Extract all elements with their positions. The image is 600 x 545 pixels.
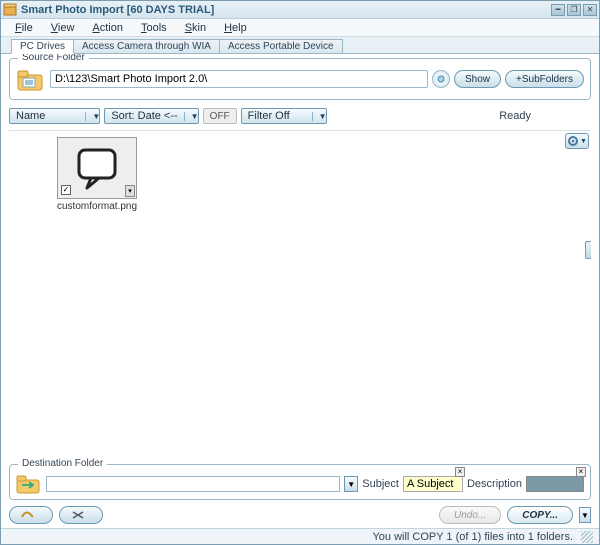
browse-source-button[interactable]	[432, 70, 450, 88]
menu-tools[interactable]: Tools	[133, 21, 175, 35]
menu-file[interactable]: File	[7, 21, 41, 35]
copy-menu-arrow[interactable]: ▼	[579, 507, 591, 523]
window-title: Smart Photo Import [60 DAYS TRIAL]	[21, 4, 551, 16]
menu-view[interactable]: View	[43, 21, 83, 35]
sort-combo-label: Sort: Date <--	[105, 110, 183, 122]
status-ready: Ready	[499, 110, 531, 122]
clear-subject-button[interactable]: ×	[455, 467, 465, 477]
app-window: Smart Photo Import [60 DAYS TRIAL] ━ ❐ ✕…	[0, 0, 600, 545]
menu-skin[interactable]: Skin	[177, 21, 214, 35]
close-button[interactable]: ✕	[583, 4, 597, 16]
thumbnail-filename: customformat.png	[57, 201, 137, 212]
tab-access-wia[interactable]: Access Camera through WIA	[73, 39, 220, 53]
wrench-icon	[20, 509, 36, 521]
destination-folder-group: Destination Folder ▼ Subject × Descripti…	[9, 464, 591, 500]
destination-folder-legend: Destination Folder	[18, 458, 107, 469]
sort-off-chip[interactable]: OFF	[203, 108, 237, 124]
description-input[interactable]	[526, 476, 584, 492]
gear-icon	[567, 135, 579, 147]
thumbnail-size-slider[interactable]	[585, 241, 591, 259]
menu-help[interactable]: Help	[216, 21, 255, 35]
chevron-down-icon: ▼	[312, 112, 326, 121]
name-combo-label: Name	[10, 110, 51, 122]
filter-combo[interactable]: Filter Off ▼	[241, 108, 327, 124]
window-buttons: ━ ❐ ✕	[551, 4, 597, 16]
subfolders-button[interactable]: +SubFolders	[505, 70, 584, 88]
maximize-button[interactable]: ❐	[567, 4, 581, 16]
minimize-button[interactable]: ━	[551, 4, 565, 16]
app-icon	[3, 3, 17, 17]
thumbnail-item[interactable]: ✓ ▾ customformat.png	[57, 137, 137, 212]
thumbnail-image-icon	[73, 146, 121, 190]
clear-description-button[interactable]: ×	[576, 467, 586, 477]
destination-path-input[interactable]	[46, 476, 340, 492]
subject-label: Subject	[362, 478, 399, 490]
name-combo[interactable]: Name ▼	[9, 108, 100, 124]
destination-folder-icon	[16, 473, 42, 495]
show-button[interactable]: Show	[454, 70, 501, 88]
bottom-toolbar: Undo... COPY... ▼	[9, 504, 591, 526]
thumbnail-menu-arrow[interactable]: ▾	[125, 185, 135, 197]
tab-bar: PC Drives Access Camera through WIA Acce…	[1, 37, 599, 54]
tab-pc-drives[interactable]: PC Drives	[11, 39, 74, 54]
tab-access-portable[interactable]: Access Portable Device	[219, 39, 343, 53]
undo-button[interactable]: Undo...	[439, 506, 501, 524]
filter-combo-label: Filter Off	[242, 110, 296, 122]
copy-button[interactable]: COPY...	[507, 506, 573, 524]
menu-action[interactable]: Action	[84, 21, 131, 35]
source-folder-icon	[16, 65, 46, 93]
settings-button[interactable]	[9, 506, 53, 524]
title-bar: Smart Photo Import [60 DAYS TRIAL] ━ ❐ ✕	[1, 1, 599, 19]
description-label: Description	[467, 478, 522, 490]
subject-input[interactable]	[403, 476, 463, 492]
thumbnail-checkbox[interactable]: ✓	[61, 185, 71, 195]
tools-icon	[70, 509, 86, 521]
chevron-down-icon: ▼	[580, 138, 587, 145]
browse-icon	[436, 74, 446, 84]
thumbnail-frame: ✓ ▾	[57, 137, 137, 199]
tools-button[interactable]	[59, 506, 103, 524]
source-folder-group: Source Folder Show +SubFolders	[9, 58, 591, 100]
sort-combo[interactable]: Sort: Date <-- ▼	[104, 108, 198, 124]
status-message: You will COPY 1 (of 1) files into 1 fold…	[372, 531, 573, 543]
chevron-down-icon: ▼	[184, 112, 198, 121]
destination-path-dropdown[interactable]: ▼	[344, 476, 358, 492]
status-bar: You will COPY 1 (of 1) files into 1 fold…	[1, 528, 599, 544]
source-path-input[interactable]	[50, 70, 428, 88]
filter-bar: Name ▼ Sort: Date <-- ▼ OFF Filter Off ▼…	[9, 106, 591, 126]
chevron-down-icon: ▼	[85, 112, 99, 121]
view-options-button[interactable]: ▼	[565, 133, 589, 149]
content-area: Source Folder Show +SubFolders Name ▼	[1, 54, 599, 528]
thumbnail-pane: ▼ ✓ ▾ customformat.png	[9, 130, 591, 464]
source-folder-legend: Source Folder	[18, 54, 89, 63]
resize-grip[interactable]	[581, 531, 593, 543]
menu-bar: File View Action Tools Skin Help	[1, 19, 599, 37]
